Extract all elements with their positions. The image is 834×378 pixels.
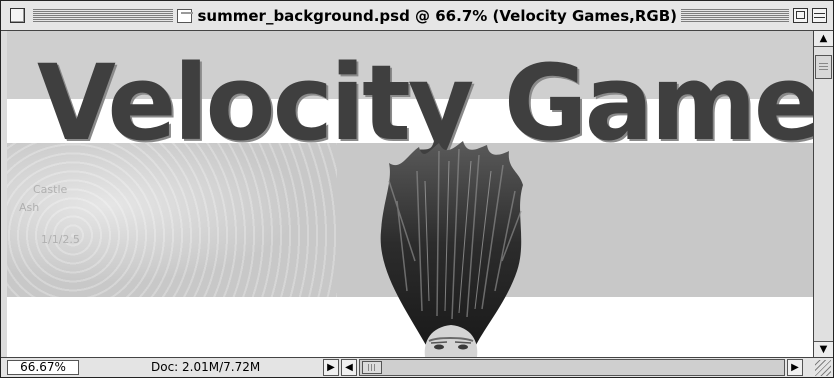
map-texture: Castle Ash 1/1/2.5 (7, 143, 337, 297)
map-label: Ash (19, 201, 40, 214)
document-window: summer_background.psd @ 66.7% (Velocity … (0, 0, 834, 378)
vertical-scrollbar[interactable]: ▲ ▼ (813, 31, 833, 357)
horizontal-scrollbar[interactable] (359, 359, 785, 376)
doc-size-info: Doc: 2.01M/7.72M (151, 360, 261, 374)
status-bar: 66.67% Doc: 2.01M/7.72M ▶ ◀ ▶ (1, 357, 833, 377)
map-label: Castle (33, 183, 68, 196)
horizontal-scroll-thumb[interactable] (362, 361, 382, 374)
left-arrow-icon[interactable]: ◀ (341, 359, 357, 376)
title-bar[interactable]: summer_background.psd @ 66.7% (Velocity … (1, 1, 833, 31)
headline-text: Velocity Games (37, 42, 813, 164)
window-title-area: summer_background.psd @ 66.7% (Velocity … (177, 5, 677, 27)
title-bar-stripes-right (681, 9, 789, 23)
window-title: summer_background.psd @ 66.7% (Velocity … (197, 7, 678, 25)
image-canvas[interactable]: Castle Ash 1/1/2.5 Velocity Games (7, 31, 813, 357)
document-icon (177, 9, 193, 23)
close-box-icon[interactable] (10, 8, 25, 23)
zoom-box-icon[interactable] (793, 8, 808, 23)
resize-grip-icon[interactable] (815, 360, 831, 376)
collapse-box-icon[interactable] (812, 8, 827, 23)
vertical-scroll-thumb[interactable] (815, 55, 832, 79)
up-arrow-icon[interactable]: ▲ (814, 31, 833, 47)
right-arrow-icon[interactable]: ▶ (787, 359, 803, 376)
right-arrow-icon[interactable]: ▶ (323, 359, 339, 376)
down-arrow-icon[interactable]: ▼ (814, 341, 833, 357)
hair-photo (380, 141, 523, 357)
zoom-level-field[interactable]: 66.67% (7, 360, 79, 375)
map-label: 1/1/2.5 (41, 233, 80, 246)
title-bar-stripes-left (33, 9, 173, 23)
